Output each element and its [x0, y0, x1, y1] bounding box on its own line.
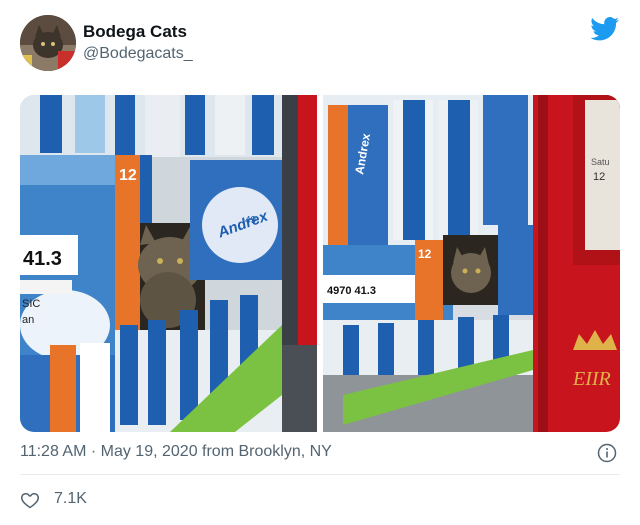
right-sign-number: 12 [593, 171, 605, 183]
info-icon[interactable] [597, 443, 617, 463]
heart-icon[interactable] [20, 490, 40, 510]
photo-left[interactable]: 41.3 SIC an 12 Andrex 49 [20, 95, 317, 432]
right-postbox-cypher: EIIR [572, 368, 611, 390]
user-handle[interactable]: @Bodegacats_ [83, 45, 193, 63]
avatar[interactable] [20, 15, 76, 71]
tweet-media[interactable]: 41.3 SIC an 12 Andrex 49 Andrex 4970 41.… [20, 95, 620, 432]
tweet-timestamp[interactable]: 11:28 AM · May 19, 2020 from Brooklyn, N… [20, 443, 332, 461]
photo-right[interactable]: Andrex 4970 41.3 12 Satu 12 EIIR [323, 95, 620, 432]
like-count: 7.1K [54, 490, 87, 507]
right-sign-text: Satu [591, 157, 610, 167]
display-name[interactable]: Bodega Cats [83, 22, 187, 42]
left-pack-count: 12 [119, 167, 137, 184]
divider [20, 474, 620, 475]
right-pack-count: 12 [418, 247, 432, 261]
left-price-text: 41.3 [23, 248, 62, 270]
right-price-tag: 4970 41.3 [327, 285, 376, 297]
left-size-text: 49 [245, 215, 257, 226]
twitter-bird-icon[interactable] [590, 17, 620, 41]
left-fragment-sic: SIC [22, 298, 40, 310]
left-fragment-an: an [22, 314, 34, 326]
tweet-header: Bodega Cats @Bodegacats_ [0, 0, 640, 90]
